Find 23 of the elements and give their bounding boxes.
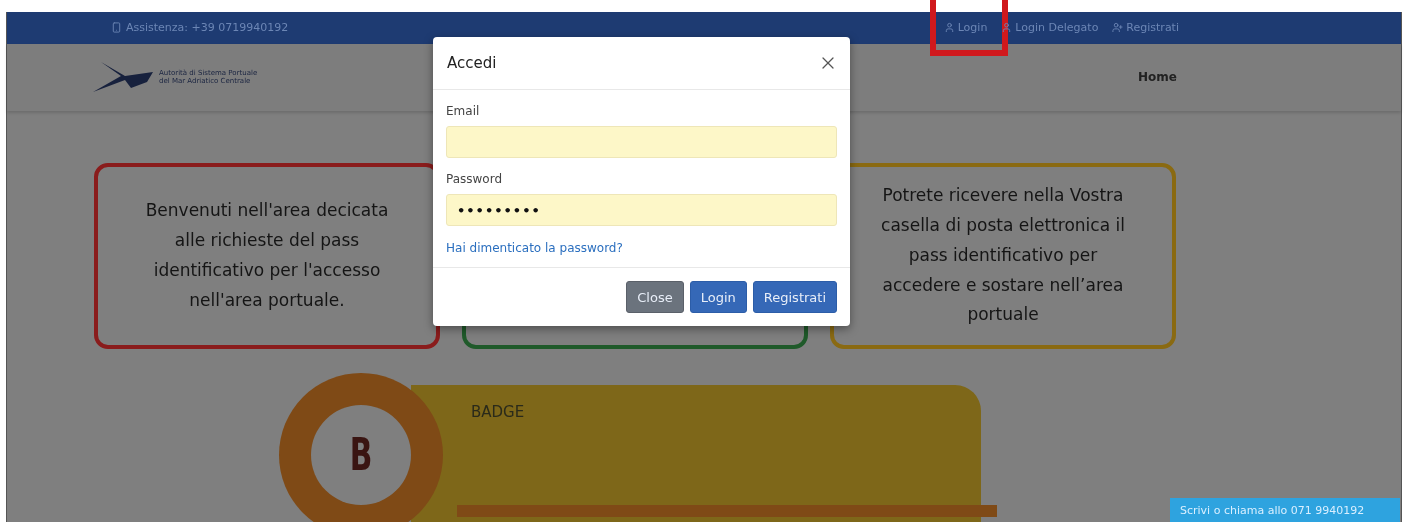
dialog-title: Accedi [447,54,497,72]
primary-button[interactable]: Login [689,281,747,313]
top-nav-link[interactable]: Login [943,21,988,35]
card-text: Benvenuti nell'area decicata alle richieste del pass identificativo per l'accesso nell'area portuale. [144,199,390,312]
nav-link[interactable]: Home [1138,70,1177,85]
badge-letter: B [349,429,373,481]
badge-title: BADGE [471,402,525,421]
top-nav-link[interactable]: Registrati [1112,21,1179,35]
user-icon [1001,22,1013,34]
primary-button[interactable]: Registrati [752,281,837,313]
user-plus-icon [1112,22,1124,34]
input-field[interactable]: ••••••••• [446,194,837,226]
close-button[interactable]: Close [626,281,684,313]
card-text: Potrete ricevere nella Vostra casella di posta elettronica il pass identificativo per accedere e sostare nell’area portuale [880,184,1126,327]
field-label: Password [446,172,503,186]
input-field[interactable] [446,126,837,158]
chat-bar[interactable]: Scrivi o chiama allo 071 9940192 [1170,498,1400,522]
phone-icon [111,22,122,34]
field-label: Email [446,104,480,118]
forgot-password-link[interactable]: Hai dimenticato la password? [446,241,623,255]
assistance-phone: Assistenza: +39 0719940192 [126,21,289,35]
top-nav-link[interactable]: Login Delegato [1001,21,1099,35]
user-icon [943,22,955,34]
